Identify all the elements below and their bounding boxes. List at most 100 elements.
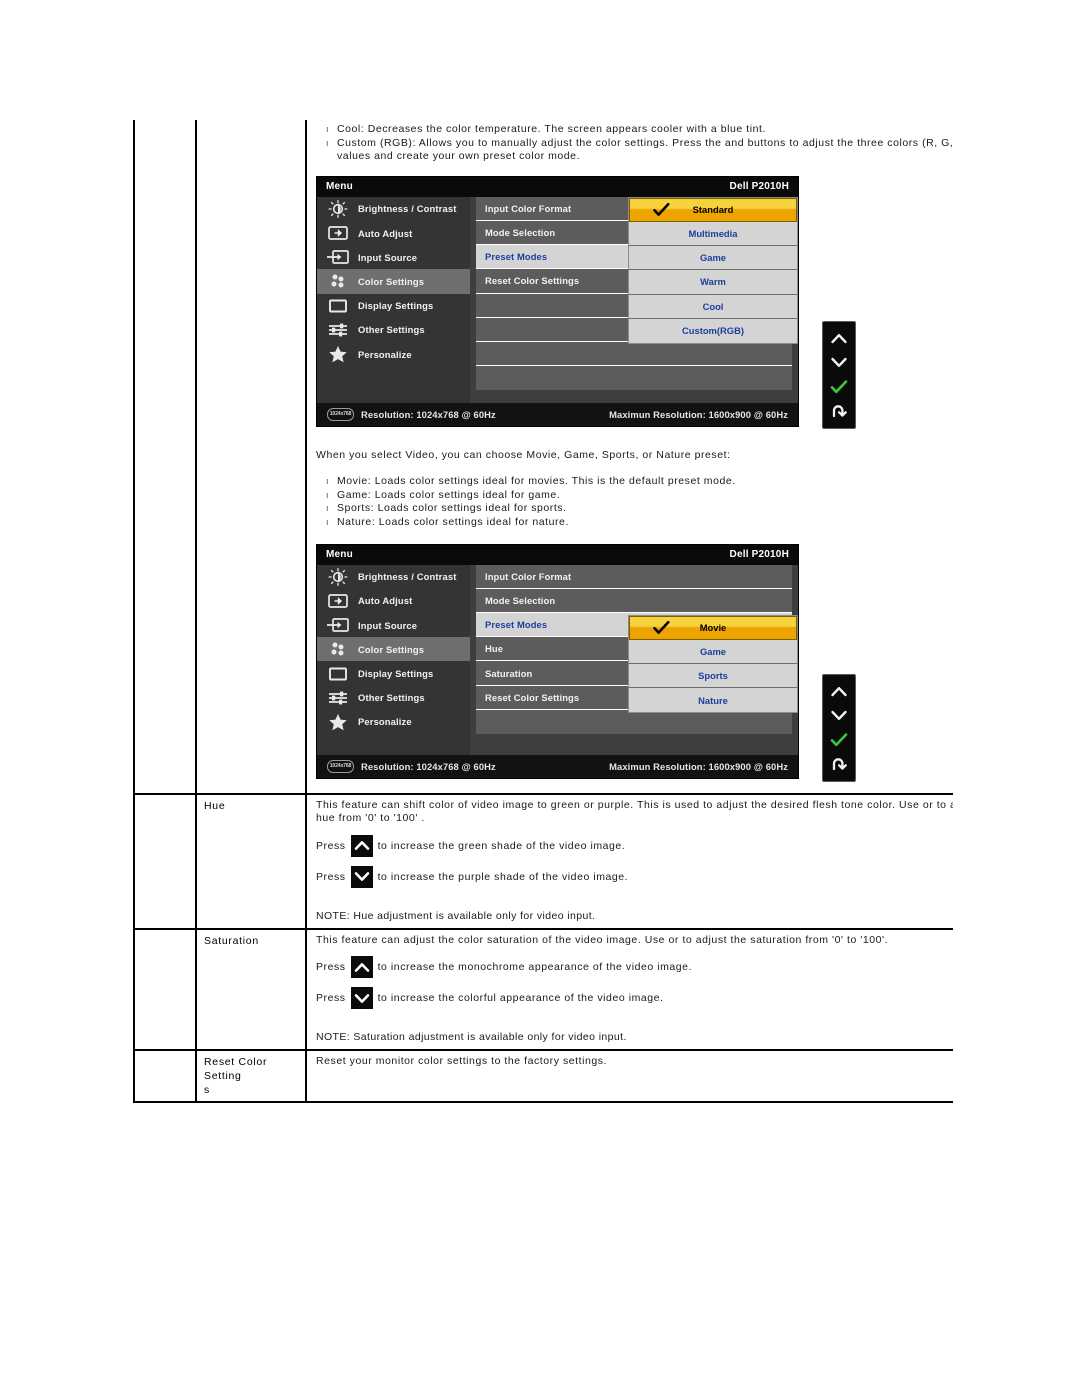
preset-modes-options-panel: Standard Multimedia Game Warm Cool Custo… (628, 196, 798, 344)
bullet-marker: ı (326, 489, 330, 500)
sidebar-item-brightness-contrast[interactable]: Brightness / Contrast (317, 197, 470, 221)
saturation-press-up: Press to increase the monochrome appeara… (316, 956, 953, 979)
current-resolution-text: Resolution: 1024x768 @ 60Hz (361, 760, 496, 772)
osd-nav-list: Brightness / Contrast Auto Adjust Input … (317, 196, 470, 403)
personalize-star-icon (325, 345, 351, 363)
press-prefix: Press (316, 961, 346, 974)
option-label: Multimedia (688, 228, 738, 240)
sidebar-item-label: Auto Adjust (358, 227, 413, 239)
check-icon (653, 202, 670, 217)
sidebar-item-personalize[interactable]: Personalize (317, 710, 470, 734)
option-label: Movie (699, 622, 727, 634)
option-game[interactable]: Game (629, 246, 797, 271)
sidebar-item-other-settings[interactable]: Other Settings (317, 318, 470, 342)
sidebar-item-color-settings[interactable]: Color Settings (317, 269, 470, 294)
bullet-text: Sports: Loads color settings ideal for s… (337, 502, 567, 515)
table-cell-group (135, 794, 197, 928)
other-settings-icon (325, 321, 351, 339)
display-settings-icon (325, 665, 351, 683)
check-icon[interactable] (828, 730, 850, 750)
sidebar-item-label: Other Settings (358, 324, 425, 336)
press-suffix: to increase the monochrome appearance of… (377, 961, 693, 974)
sidebar-item-label: Brightness / Contrast (358, 571, 457, 583)
option-label: Standard (692, 204, 734, 216)
press-prefix: Press (316, 870, 346, 883)
table-cell-group (135, 1051, 197, 1102)
press-prefix: Press (316, 992, 346, 1005)
option-multimedia[interactable]: Multimedia (629, 222, 797, 247)
table-row-presets: ı Cool: Decreases the color temperature.… (135, 120, 953, 793)
monitor-button-strip (822, 320, 856, 429)
menu-item-blank (476, 366, 792, 391)
saturation-note: NOTE: Saturation adjustment is available… (316, 1031, 627, 1044)
up-arrow-icon (350, 834, 373, 857)
sidebar-item-auto-adjust[interactable]: Auto Adjust (317, 221, 470, 245)
menu-item-blank (476, 341, 792, 367)
back-icon[interactable] (828, 401, 850, 421)
up-arrow-icon[interactable] (828, 329, 850, 349)
bullet-text: Nature: Loads color settings ideal for n… (337, 516, 569, 529)
check-icon (653, 620, 670, 635)
sidebar-item-display-settings[interactable]: Display Settings (317, 661, 470, 685)
bullet-text: Custom (RGB): Allows you to manually adj… (337, 136, 954, 149)
current-resolution-text: Resolution: 1024x768 @ 60Hz (361, 408, 496, 420)
hue-note: NOTE: Hue adjustment is available only f… (316, 909, 596, 922)
sidebar-item-input-source[interactable]: Input Source (317, 245, 470, 269)
option-nature[interactable]: Nature (629, 688, 797, 712)
option-cool[interactable]: Cool (629, 295, 797, 319)
bullet-text: Movie: Loads color settings ideal for mo… (337, 475, 736, 488)
check-icon[interactable] (828, 377, 850, 397)
option-sports[interactable]: Sports (629, 664, 797, 689)
option-label: Sports (698, 670, 728, 682)
spec-table: ı Cool: Decreases the color temperature.… (133, 120, 953, 1104)
preset-modes-options-panel: Movie Game Sports Nature (628, 614, 798, 714)
osd-window: Menu Dell P2010H Brightness / Contrast A… (316, 175, 799, 427)
table-cell-feature-hue: Hue (197, 794, 307, 928)
table-cell-group (135, 120, 197, 793)
osd-status-bar: 1024x768 Resolution: 1024x768 @ 60Hz Max… (317, 754, 798, 778)
bullet-text: Cool: Decreases the color temperature. T… (337, 123, 766, 135)
list-item: ı Nature: Loads color settings ideal for … (316, 516, 953, 530)
intro-bullet-list: ı Cool: Decreases the color temperature.… (316, 123, 953, 164)
maximum-resolution-text: Maximun Resolution: 1600x900 @ 60Hz (609, 760, 788, 772)
table-cell-group (135, 929, 197, 1050)
option-standard[interactable]: Standard (629, 197, 797, 222)
resolution-badge-icon: 1024x768 (327, 759, 354, 773)
osd-menu-standard: Menu Dell P2010H Brightness / Contrast A… (316, 175, 856, 429)
menu-item-input-color-format[interactable]: Input Color Format (476, 564, 792, 589)
saturation-press-down: Press to increase the colorful appearanc… (316, 987, 953, 1010)
personalize-star-icon (325, 713, 351, 731)
sidebar-item-other-settings[interactable]: Other Settings (317, 686, 470, 710)
list-item: ı Custom (RGB): Allows you to manually a… (316, 137, 953, 164)
bullet-marker: ı (326, 137, 330, 148)
maximum-resolution-text: Maximun Resolution: 1600x900 @ 60Hz (609, 408, 788, 420)
osd-body: Brightness / Contrast Auto Adjust Input … (317, 564, 798, 755)
sidebar-item-display-settings[interactable]: Display Settings (317, 294, 470, 318)
menu-item-mode-selection[interactable]: Mode Selection (476, 588, 792, 614)
sidebar-item-auto-adjust[interactable]: Auto Adjust (317, 589, 470, 613)
option-game[interactable]: Game (629, 640, 797, 665)
osd-model-name: Dell P2010H (729, 549, 789, 561)
menu-item-label: Preset Modes (485, 251, 548, 263)
sidebar-item-label: Input Source (358, 619, 418, 631)
up-arrow-icon[interactable] (828, 682, 850, 702)
sidebar-item-input-source[interactable]: Input Source (317, 613, 470, 637)
brightness-icon (325, 567, 351, 586)
press-suffix: to increase the purple shade of the vide… (377, 870, 629, 883)
option-custom-rgb[interactable]: Custom(RGB) (629, 319, 797, 343)
bullet-marker: ı (326, 124, 330, 134)
menu-item-label: Input Color Format (485, 570, 572, 582)
auto-adjust-icon (325, 592, 351, 610)
feature-name: Hue (204, 799, 226, 812)
sidebar-item-personalize[interactable]: Personalize (317, 342, 470, 366)
saturation-desc: This feature can adjust the color satura… (316, 933, 889, 946)
option-movie[interactable]: Movie (629, 615, 797, 640)
input-source-icon (325, 248, 351, 266)
sidebar-item-color-settings[interactable]: Color Settings (317, 637, 470, 662)
option-warm[interactable]: Warm (629, 270, 797, 295)
menu-item-label: Hue (485, 643, 504, 655)
back-icon[interactable] (828, 754, 850, 774)
down-arrow-icon[interactable] (828, 706, 850, 726)
down-arrow-icon[interactable] (828, 353, 850, 373)
sidebar-item-brightness-contrast[interactable]: Brightness / Contrast (317, 565, 470, 589)
